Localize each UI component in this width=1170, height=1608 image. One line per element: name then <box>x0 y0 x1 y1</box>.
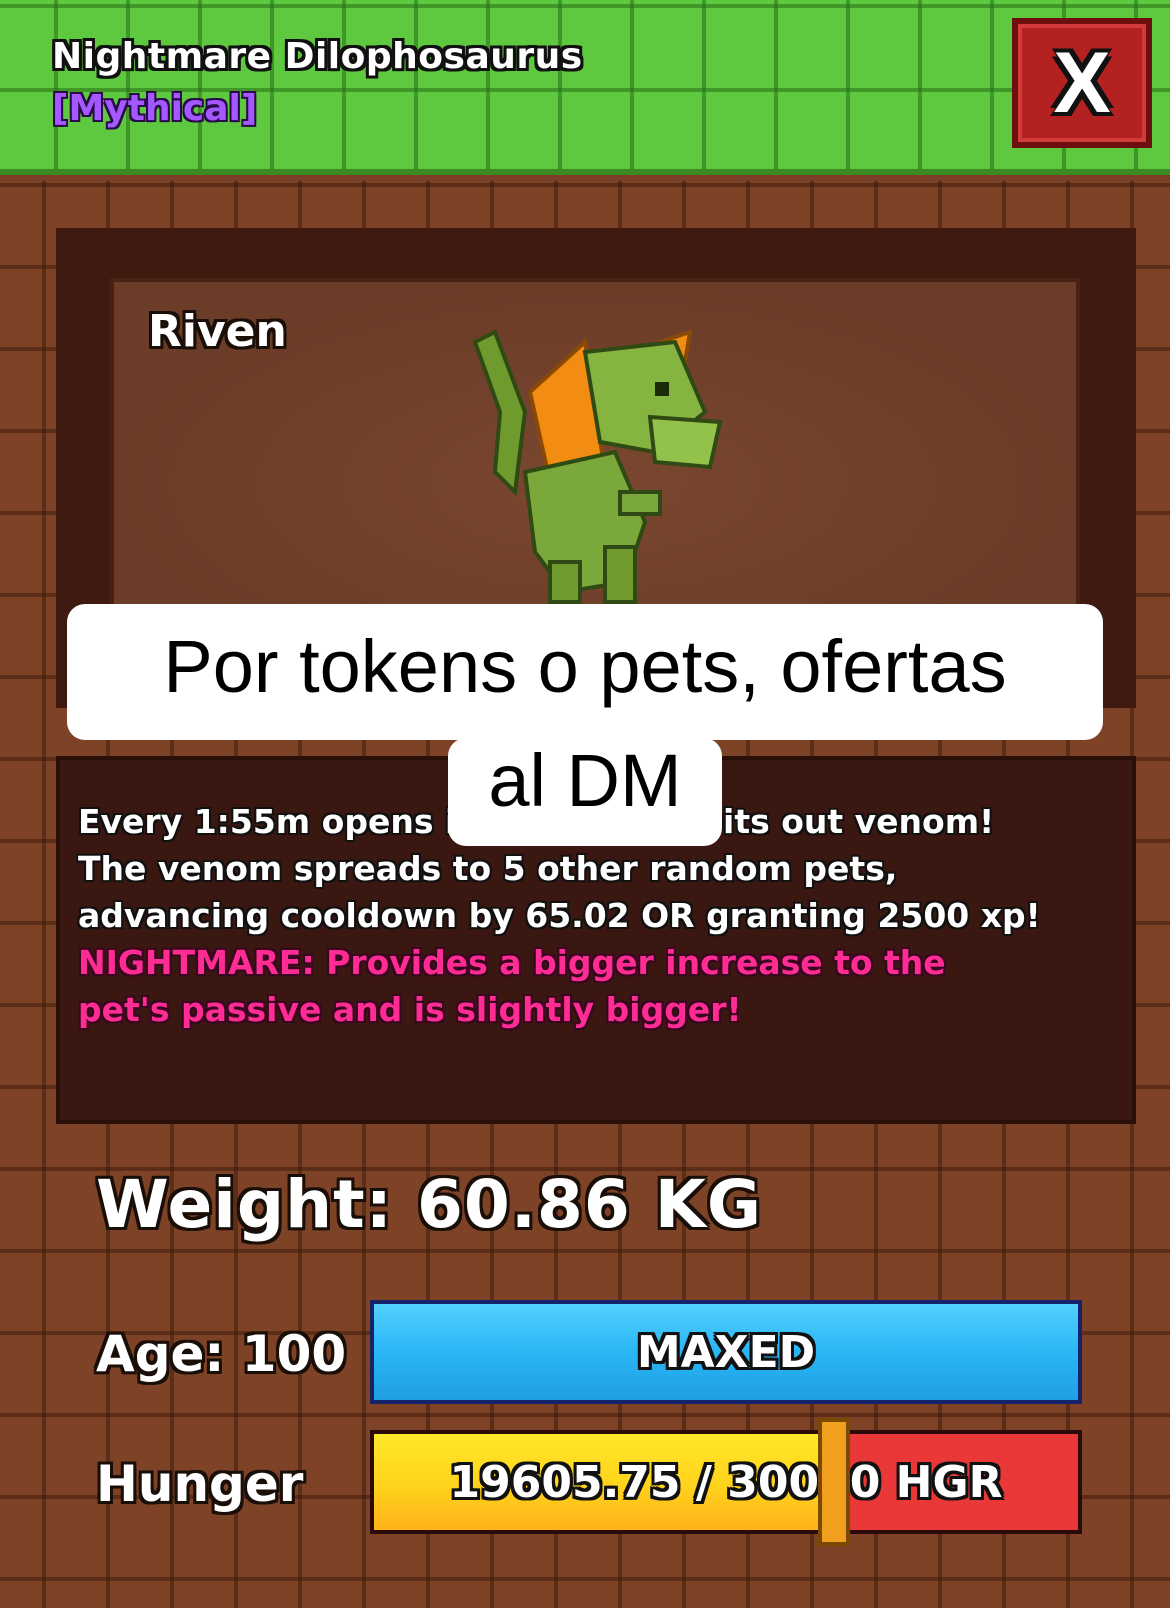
caption-line-2: al DM <box>448 738 722 846</box>
hunger-label: Hunger <box>96 1455 304 1513</box>
dilophosaurus-pet-icon <box>455 322 755 612</box>
close-button[interactable]: X <box>1012 18 1152 148</box>
ability-line: The venom spreads to 5 other random pets… <box>78 849 898 888</box>
nightmare-effect-line: pet's passive and is slightly bigger! <box>78 990 742 1029</box>
nightmare-effect-line: NIGHTMARE: Provides a bigger increase to… <box>78 943 946 982</box>
ability-line: advancing cooldown by 65.02 OR granting … <box>78 896 1041 935</box>
rarity-label: [Mythical] <box>52 88 258 129</box>
age-bar-text: MAXED <box>636 1326 816 1378</box>
hunger-marker <box>818 1418 850 1546</box>
pet-species-title: Nightmare Dilophosaurus <box>52 36 583 77</box>
hunger-bar-text: 19605.75 / 30000 HGR <box>449 1456 1003 1508</box>
age-progress-bar: MAXED <box>370 1300 1082 1404</box>
close-icon: X <box>1053 35 1111 131</box>
age-stat: Age: 100 <box>96 1325 347 1383</box>
pet-name: Riven <box>148 306 287 357</box>
hunger-progress-bar: 19605.75 / 30000 HGR <box>370 1430 1082 1534</box>
weight-stat: Weight: 60.86 KG <box>96 1166 763 1243</box>
caption-overlay: Por tokens o pets, ofertas al DM <box>0 604 1170 846</box>
caption-line-1: Por tokens o pets, ofertas <box>67 604 1103 740</box>
